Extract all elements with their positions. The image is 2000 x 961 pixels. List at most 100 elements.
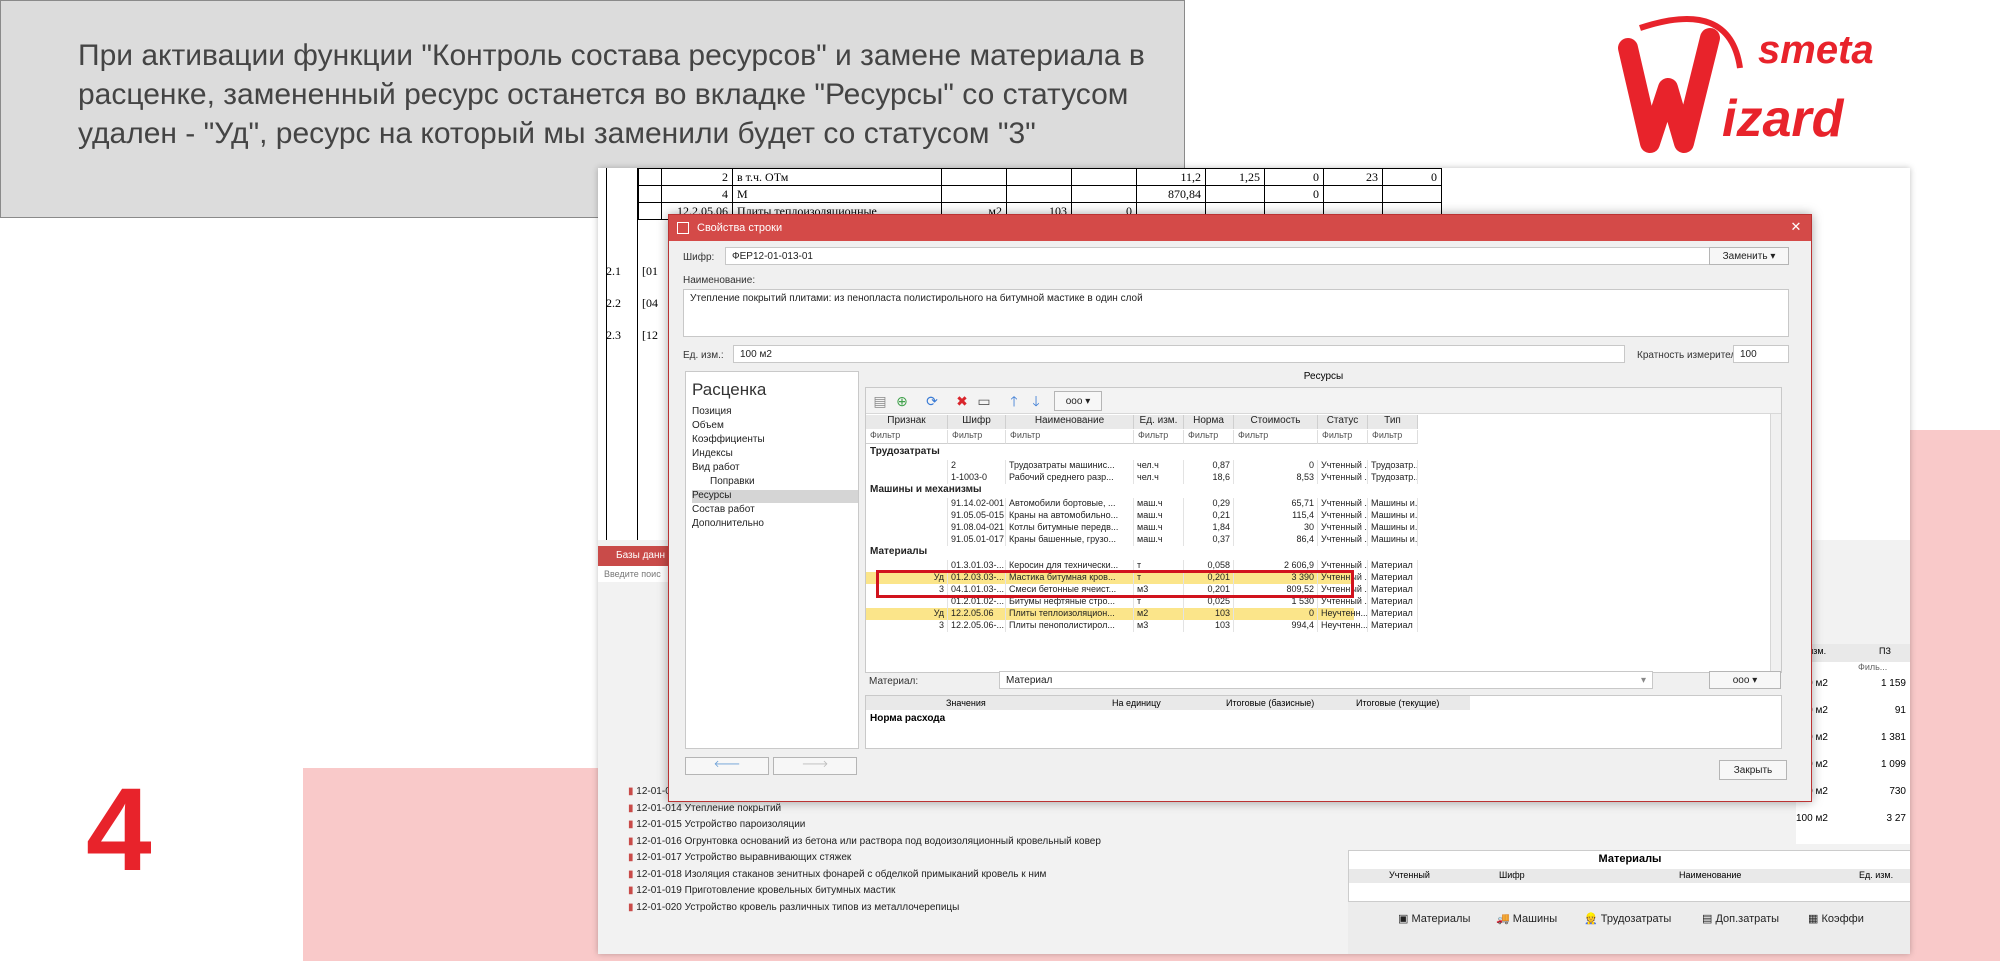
right-row-value: 730 (1889, 786, 1906, 797)
column-filter[interactable]: Фильтр (1184, 430, 1234, 444)
tab-labor[interactable]: 👷 Трудозатраты (1584, 912, 1671, 925)
resource-row[interactable]: 91.14.02-001 Автомобили бортовые, ... маш.… (866, 498, 1418, 510)
resource-row[interactable]: 2 Трудозатраты машинис... чел.ч 0,87 0 Учтенн… (866, 460, 1418, 472)
replace-button[interactable]: Заменить ▾ (1709, 247, 1789, 265)
nav-item[interactable]: Состав работ (692, 504, 858, 517)
resource-cell: Учтенный ... (1318, 498, 1368, 510)
more-options-button[interactable]: ooo ▾ (1054, 391, 1102, 411)
right-grid-filter[interactable]: Филь... (1856, 660, 1910, 678)
column-filter[interactable]: Фильтр (1006, 430, 1134, 444)
tab-materials[interactable]: ▣ Материалы (1398, 912, 1470, 925)
resource-row[interactable]: 3 12.2.05.06-... Плиты пенополистирол... м3… (866, 620, 1418, 632)
unit-field[interactable]: 100 м2 (733, 345, 1625, 363)
resource-row[interactable]: 91.05.01-017 Краны башенные, грузо... маш.… (866, 534, 1418, 546)
dialog-titlebar: Свойства строки ✕ (669, 215, 1811, 241)
delete-icon[interactable]: ✖ (952, 391, 972, 411)
column-filter[interactable]: Фильтр (866, 430, 948, 444)
grid-scrollbar[interactable] (1770, 414, 1781, 672)
name-field[interactable]: Утепление покрытий плитами: из пенопласт… (683, 289, 1789, 337)
column-header[interactable]: Норма (1184, 415, 1234, 429)
column-filter[interactable]: Фильтр (1368, 430, 1418, 444)
tab-coefficients[interactable]: ▦ Коэффи (1808, 912, 1864, 925)
tree-item[interactable]: ▮ 12-01-016 Огрунтовка оснований из бето… (628, 836, 1101, 847)
nav-item[interactable]: Коэффициенты (692, 434, 858, 447)
resource-cell: маш.ч (1134, 522, 1184, 534)
resource-cell: Учтенный ... (1318, 510, 1368, 522)
name-label: Наименование: (683, 275, 756, 286)
nav-item[interactable]: Ресурсы (692, 490, 858, 503)
tree-item[interactable]: ▮ 12-01-018 Изоляция стаканов зенитных ф… (628, 869, 1046, 880)
tab-machines[interactable]: 🚚 Машины (1496, 912, 1557, 925)
tree-item[interactable]: ▮ 12-01-015 Устройство пароизоляции (628, 819, 805, 830)
close-icon[interactable]: ✕ (1787, 219, 1805, 237)
add-icon[interactable]: ⊕ (892, 391, 912, 411)
column-header[interactable]: Ед. изм. (1134, 415, 1184, 429)
norm-col-current: Итоговые (текущие) (1356, 698, 1440, 708)
resource-cell: Неучтенн... (1318, 608, 1368, 620)
ratio-field[interactable]: 100 (1733, 345, 1789, 363)
resource-cell: Краны на автомобильно... (1006, 510, 1134, 522)
nav-item[interactable]: Вид работ (692, 462, 858, 475)
sheet-row-num-3: 2.3 (606, 328, 621, 342)
tree-item[interactable]: ▮ 12-01-017 Устройство выравнивающих стя… (628, 852, 851, 863)
database-icon[interactable]: ▤ (870, 391, 890, 411)
refresh-icon[interactable]: ⟳ (922, 391, 942, 411)
caption-text: При активации функции "Контроль состава … (78, 39, 1145, 150)
column-header[interactable]: Наименование (1006, 415, 1134, 429)
column-filter[interactable]: Фильтр (1318, 430, 1368, 444)
resource-cell: 91.08.04-021 (948, 522, 1006, 534)
nav-item[interactable]: Позиция (692, 406, 858, 419)
norm-group-label: Норма расхода (870, 713, 946, 724)
resource-cell: 0 (1234, 460, 1318, 472)
resource-cell: Плиты пенополистирол... (1006, 620, 1134, 632)
material-more-button[interactable]: ooo ▾ (1709, 671, 1781, 689)
resource-row[interactable]: 91.08.04-021 Котлы битумные передв... маш.… (866, 522, 1418, 534)
sheet-cell: 4 (661, 185, 733, 203)
materials-col-name: Наименование (1679, 870, 1742, 880)
material-select[interactable]: Материал ▾ (999, 671, 1653, 689)
tree-item-label: 12-01-014 Утепление покрытий (636, 802, 782, 814)
column-header[interactable]: Тип (1368, 415, 1418, 429)
close-button[interactable]: Закрыть (1719, 760, 1787, 780)
resource-cell: 91.05.01-017 (948, 534, 1006, 546)
column-header[interactable]: Статус (1318, 415, 1368, 429)
tree-item-label: 12-01-018 Изоляция стаканов зенитных фон… (636, 868, 1047, 880)
column-filter[interactable]: Фильтр (1234, 430, 1318, 444)
ratio-label: Кратность измерителя: (1637, 350, 1745, 361)
tree-item[interactable]: ▮ 12-01-019 Приготовление кровельных бит… (628, 885, 895, 896)
resource-group-header: Машины и механизмы (870, 484, 982, 495)
resource-cell: Учтенный ... (1318, 534, 1368, 546)
truck-icon: 🚚 (1496, 913, 1513, 925)
sheet-table: 2в т.ч. ОТм 11,2 1,25 0 23 0 4 М 870,84 0 12.2.05.… (638, 168, 1442, 220)
tree-item[interactable]: ▮ 12-01-014 Утепление покрытий (628, 803, 781, 814)
resource-cell: 12.2.05.06 (948, 608, 1006, 620)
resource-cell (866, 510, 948, 522)
resource-cell: Машины и... (1368, 522, 1418, 534)
resource-row[interactable]: 91.05.05-015 Краны на автомобильно... маш.… (866, 510, 1418, 522)
nav-item[interactable]: Индексы (692, 448, 858, 461)
sheet-cell (941, 168, 1007, 186)
move-down-icon[interactable]: 🡓 (1026, 391, 1046, 411)
move-up-icon[interactable]: 🡑 (1004, 391, 1024, 411)
resource-cell: 0,21 (1184, 510, 1234, 522)
nav-item[interactable]: Объем (692, 420, 858, 433)
resource-row[interactable]: Уд 12.2.05.06 Плиты теплоизоляцион... м2 103… (866, 608, 1418, 620)
forward-button[interactable]: 🡒 (773, 757, 857, 775)
tree-item[interactable]: ▮ 12-01-020 Устройство кровель различных… (628, 902, 959, 913)
column-header[interactable]: Шифр (948, 415, 1006, 429)
right-row-value: 3 27 (1886, 813, 1906, 824)
shifr-field[interactable]: ФЕР12-01-013-01 (725, 247, 1737, 265)
column-filter[interactable]: Фильтр (1134, 430, 1184, 444)
nav-item[interactable]: Поправки (692, 476, 858, 489)
resource-cell: Плиты теплоизоляцион... (1006, 608, 1134, 620)
remove-row-icon[interactable]: ▭ (974, 391, 994, 411)
column-filter[interactable]: Фильтр (948, 430, 1006, 444)
back-button[interactable]: 🡐 (685, 757, 769, 775)
resource-row[interactable]: 1-1003-0 Рабочий среднего разр... чел.ч 18,… (866, 472, 1418, 484)
nav-item[interactable]: Дополнительно (692, 518, 858, 531)
column-header[interactable]: Признак (866, 415, 948, 429)
app-icon (677, 222, 689, 234)
materials-panel-title: Материалы (1598, 853, 1662, 865)
column-header[interactable]: Стоимость (1234, 415, 1318, 429)
tab-extra-costs[interactable]: ▤ Доп.затраты (1702, 912, 1779, 925)
